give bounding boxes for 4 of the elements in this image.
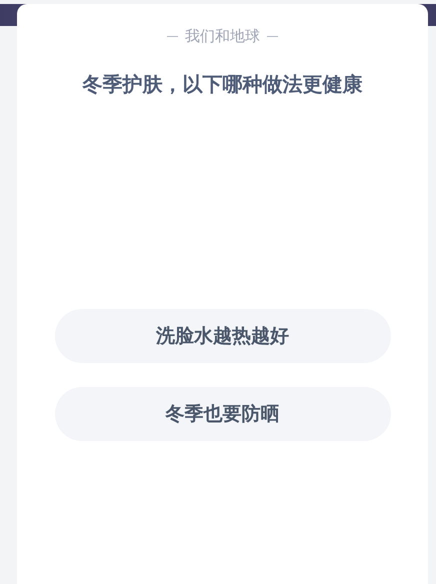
answer-option[interactable]: 冬季也要防晒 [54, 387, 390, 441]
answer-option[interactable]: 洗脸水越热越好 [54, 309, 390, 363]
category-label: 我们和地球 [185, 26, 260, 46]
question-text: 冬季护肤，以下哪种做法更健康 [82, 71, 362, 98]
